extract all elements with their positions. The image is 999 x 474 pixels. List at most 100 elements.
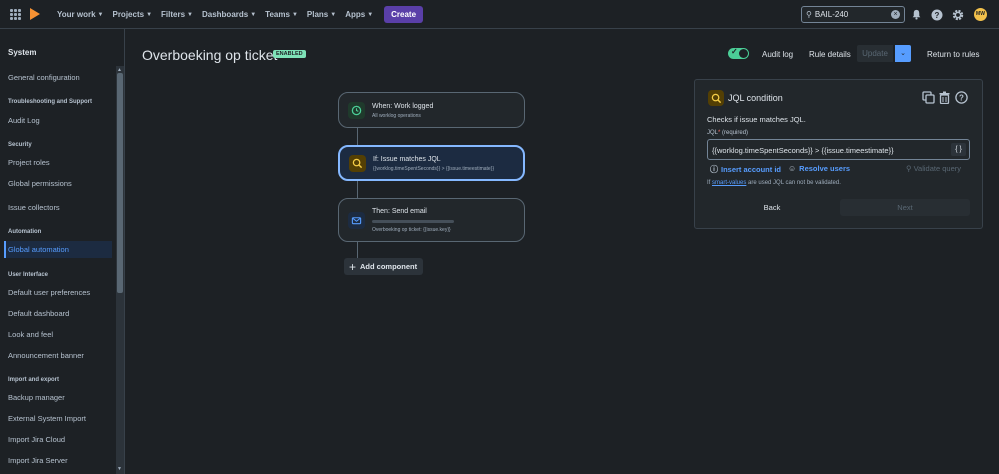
add-component-button[interactable]: + Add component [344,258,423,275]
action-subtitle: Overboeking op ticket: {{issue.key}} [372,227,451,233]
sidebar-item-default-dashboard[interactable]: Default dashboard [8,309,69,318]
note-prefix: If [707,180,711,186]
sidebar-item-backup-manager[interactable]: Backup manager [8,393,65,402]
sidebar-item-default-user-preferences[interactable]: Default user preferences [8,288,90,297]
trash-icon[interactable] [938,91,951,109]
page-title: Overboeking op ticket [142,47,278,63]
notifications-bell-icon[interactable] [911,9,922,23]
search-icon: ⚲ [806,10,812,19]
help-icon[interactable]: ? [931,9,943,24]
copy-icon[interactable] [922,91,935,109]
insert-account-id-link[interactable]: ⓘ Insert account id [710,164,781,175]
sidebar-scroll-thumb[interactable] [117,73,123,293]
resolve-users-label: Resolve users [799,164,851,173]
sidebar-item-issue-collectors[interactable]: Issue collectors [8,203,60,212]
create-button[interactable]: Create [384,6,424,23]
help-icon[interactable]: ? [955,91,968,109]
required-mark: * [718,130,721,136]
nav-label: Teams [265,10,290,19]
return-to-rules-button[interactable]: Return to rules [927,50,979,59]
required-text: (required) [722,130,749,136]
top-navigation: Your work ▼ Projects ▼ Filters ▼ Dashboards… [0,0,999,29]
search-value: BAIL-240 [814,10,849,19]
update-dropdown-chevron-icon[interactable]: ⌄ [895,45,911,62]
action-node[interactable]: Then: Send email Overboeking op ticket: … [338,198,525,242]
nav-plans[interactable]: Plans ▼ [307,10,336,19]
action-title: Then: Send email [372,208,427,215]
flow-connector [357,241,358,259]
sidebar-item-announcement-banner[interactable]: Announcement banner [8,351,84,360]
note-suffix: are used JQL can not be validated. [748,180,841,186]
condition-node[interactable]: If: Issue matches JQL {{worklog.timeSpen… [338,145,525,181]
smart-values-note: If smart-values are used JQL can not be … [707,180,841,186]
chevron-down-icon: ▼ [97,11,104,18]
svg-text:?: ? [935,11,940,20]
sidebar-item-external-system-import[interactable]: External System Import [8,414,86,423]
nav-label: Dashboards [201,10,249,19]
sidebar-item-global-permissions[interactable]: Global permissions [8,179,72,188]
settings-gear-icon[interactable] [952,9,964,24]
insert-account-label: Insert account id [721,165,782,174]
jira-logo-icon[interactable] [30,8,40,20]
trigger-node[interactable]: When: Work logged All worklog operations [338,92,525,128]
sidebar-item-project-roles[interactable]: Project roles [8,158,50,167]
chevron-down-icon: ▼ [367,11,374,18]
sidebar-heading-troubleshooting: Troubleshooting and Support [8,99,92,105]
flow-connector [357,127,358,146]
search-icon [708,90,724,106]
avatar[interactable]: MW [974,8,987,21]
chevron-down-icon: ▼ [250,11,257,18]
resolve-users-link[interactable]: ☺ Resolve users [788,164,850,173]
sidebar-item-look-and-feel[interactable]: Look and feel [8,330,53,339]
panel-description: Checks if issue matches JQL. [707,115,806,124]
validate-query-button[interactable]: ⚲ Validate query [906,164,961,173]
scroll-down-arrow-icon[interactable]: ▼ [117,466,122,472]
rule-enabled-toggle[interactable]: ✓ [728,47,749,59]
nav-projects[interactable]: Projects ▼ [112,10,152,19]
audit-log-button[interactable]: Audit log [762,50,793,59]
search-icon: ⚲ [906,164,912,173]
nav-teams[interactable]: Teams ▼ [265,10,298,19]
jql-input[interactable]: {{worklog.timeSpentSeconds}} > {{issue.t… [707,139,970,160]
search-input[interactable]: ⚲ BAIL-240 × [801,6,905,23]
nav-label: Apps [345,10,366,19]
clear-search-icon[interactable]: × [891,10,900,19]
sidebar-item-audit-log[interactable]: Audit Log [8,116,40,125]
sidebar-heading-automation: Automation [8,229,42,235]
nav-dashboards[interactable]: Dashboards ▼ [202,10,256,19]
chevron-down-icon: ▼ [146,11,153,18]
app-switcher-icon[interactable] [10,9,21,20]
condition-title: If: Issue matches JQL [373,156,441,163]
users-icon: ☺ [788,164,797,173]
update-button[interactable]: Update [857,45,893,62]
jql-condition-panel: JQL condition ? Checks if issue matches … [694,79,983,229]
sidebar-title: System [8,48,37,57]
info-icon: ⓘ [710,165,718,174]
smart-value-braces-button[interactable]: { } [951,143,966,156]
sidebar-item-import-jira-server[interactable]: Import Jira Server [8,456,68,465]
sidebar-heading-user-interface: User Interface [8,272,49,278]
chevron-down-icon: ▼ [330,11,337,18]
sidebar-item-import-jira-cloud[interactable]: Import Jira Cloud [8,435,65,444]
back-button[interactable]: Back [707,199,837,216]
next-button[interactable]: Next [840,199,970,216]
search-icon [349,155,366,172]
jql-value: {{worklog.timeSpentSeconds}} > {{issue.t… [712,146,894,155]
jql-field-label: JQL* (required) [707,130,748,136]
check-icon: ✓ [731,47,738,56]
sidebar-heading-import-export: Import and export [8,377,60,383]
trigger-subtitle: All worklog operations [372,113,421,119]
chevron-down-icon: ▼ [187,11,193,18]
rule-details-button[interactable]: Rule details [809,50,851,59]
nav-filters[interactable]: Filters ▼ [161,10,193,19]
smart-values-link[interactable]: smart-values [712,180,746,186]
nav-label: Plans [306,10,329,19]
nav-your-work[interactable]: Your work ▼ [57,10,103,19]
jql-label-text: JQL [707,130,719,136]
sidebar-item-general-configuration[interactable]: General configuration [8,73,80,82]
nav-label: Your work [57,10,96,19]
sidebar-item-global-automation[interactable]: Global automation [8,245,69,254]
clock-icon [348,102,365,119]
nav-apps[interactable]: Apps ▼ [345,10,373,19]
condition-subtitle: {{worklog.timeSpentSeconds}} > {{issue.t… [373,166,495,172]
